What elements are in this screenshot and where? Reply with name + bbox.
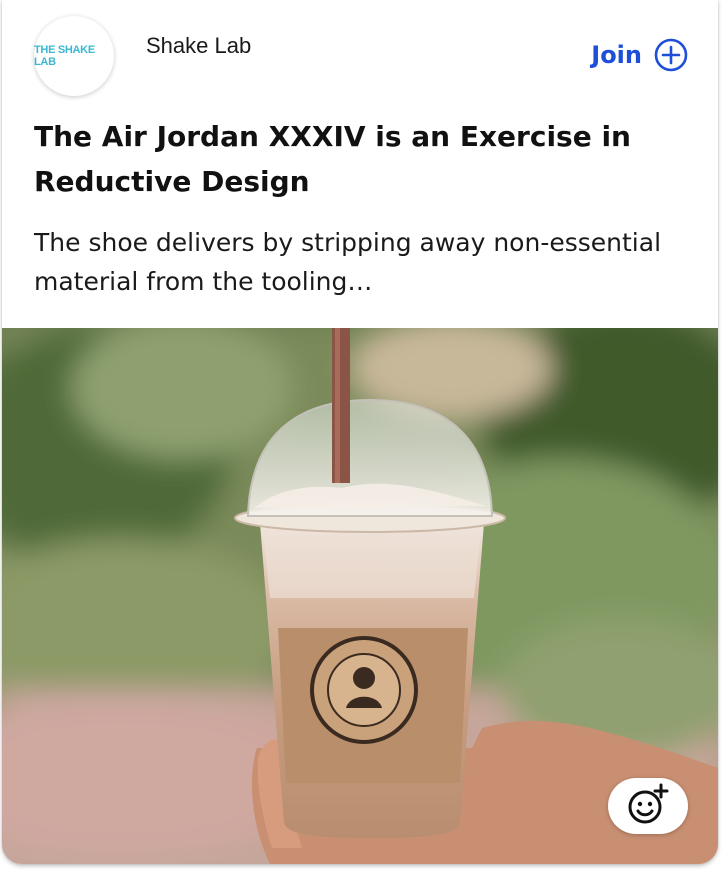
- add-reaction-button[interactable]: [608, 778, 688, 834]
- join-button[interactable]: Join: [591, 38, 688, 72]
- iced-coffee-photo: [2, 328, 718, 864]
- article-image[interactable]: [2, 328, 718, 864]
- article-headline[interactable]: The Air Jordan XXXIV is an Exercise in R…: [34, 114, 674, 204]
- join-label: Join: [591, 41, 642, 69]
- article-card[interactable]: THE SHAKE LAB Shake Lab Join The Air Jor…: [2, 0, 718, 864]
- source-name[interactable]: Shake Lab: [146, 33, 251, 59]
- add-reaction-icon: [626, 782, 670, 830]
- source-logo-text: THE SHAKE LAB: [34, 44, 95, 68]
- source-logo[interactable]: THE SHAKE LAB: [34, 16, 114, 96]
- article-summary: The shoe delivers by stripping away non-…: [34, 228, 662, 296]
- plus-circle-icon: [654, 38, 688, 72]
